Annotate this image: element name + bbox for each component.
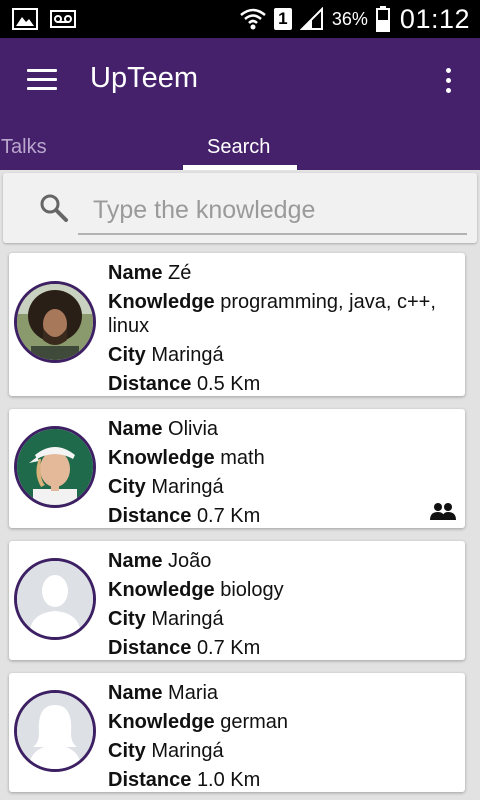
app-title: UpTeem bbox=[90, 62, 198, 94]
distance-value: 0.7 Km bbox=[196, 637, 261, 659]
tab-search[interactable]: Search bbox=[207, 136, 270, 159]
distance-value: 0.7 Km bbox=[196, 505, 261, 527]
knowledge-value: math bbox=[220, 447, 265, 469]
name-label: Name bbox=[108, 262, 163, 284]
distance-value: 0.5 Km bbox=[196, 373, 261, 395]
tab-indicator bbox=[183, 165, 297, 170]
distance-value: 1.0 Km bbox=[196, 769, 261, 791]
city-value: Maringá bbox=[151, 608, 224, 630]
signal-icon bbox=[299, 7, 323, 30]
name-value: Maria bbox=[168, 682, 219, 704]
knowledge-label: Knowledge bbox=[108, 447, 215, 469]
knowledge-label: Knowledge bbox=[108, 291, 215, 313]
name-value: Olivia bbox=[168, 418, 219, 440]
avatar bbox=[14, 558, 96, 640]
voicemail-icon bbox=[50, 10, 76, 28]
knowledge-value: biology bbox=[220, 579, 284, 601]
clock: 01:12 bbox=[399, 3, 470, 34]
avatar bbox=[14, 281, 96, 363]
distance-label: Distance bbox=[108, 769, 192, 791]
name-value: Zé bbox=[168, 262, 192, 284]
app-bar: UpTeem Talks Search bbox=[0, 38, 480, 170]
city-label: City bbox=[108, 476, 146, 498]
name-label: Name bbox=[108, 682, 163, 704]
search-input[interactable] bbox=[78, 187, 467, 235]
wifi-icon bbox=[240, 8, 266, 30]
image-icon bbox=[12, 8, 38, 30]
status-bar: 1 36% 01:12 bbox=[0, 0, 480, 38]
distance-label: Distance bbox=[108, 505, 192, 527]
result-card[interactable]: Name João Knowledge biology City Maringá… bbox=[9, 541, 465, 660]
city-value: Maringá bbox=[151, 344, 224, 366]
city-value: Maringá bbox=[151, 476, 224, 498]
name-label: Name bbox=[108, 418, 163, 440]
name-label: Name bbox=[108, 550, 163, 572]
result-card[interactable]: Name Olivia Knowledge math City Maringá … bbox=[9, 409, 465, 528]
distance-label: Distance bbox=[108, 373, 192, 395]
knowledge-value: german bbox=[220, 711, 289, 733]
knowledge-label: Knowledge bbox=[108, 711, 215, 733]
city-label: City bbox=[108, 344, 146, 366]
battery-percent: 36% bbox=[331, 8, 368, 29]
group-icon bbox=[430, 503, 456, 520]
search-bar bbox=[3, 173, 477, 243]
battery-icon bbox=[375, 6, 390, 32]
result-card[interactable]: Name Maria Knowledge german City Maringá… bbox=[9, 673, 465, 792]
knowledge-label: Knowledge bbox=[108, 579, 215, 601]
avatar bbox=[14, 426, 96, 508]
name-value: João bbox=[168, 550, 212, 572]
search-icon bbox=[40, 194, 68, 222]
city-label: City bbox=[108, 608, 146, 630]
tab-talks[interactable]: Talks bbox=[1, 136, 47, 159]
result-card[interactable]: Name Zé Knowledge programming, java, c++… bbox=[9, 253, 465, 396]
avatar bbox=[14, 690, 96, 772]
city-value: Maringá bbox=[151, 740, 224, 762]
city-label: City bbox=[108, 740, 146, 762]
distance-label: Distance bbox=[108, 637, 192, 659]
menu-icon[interactable] bbox=[27, 69, 57, 91]
sim-slot-badge: 1 bbox=[273, 8, 292, 30]
more-vert-icon[interactable] bbox=[443, 68, 453, 94]
